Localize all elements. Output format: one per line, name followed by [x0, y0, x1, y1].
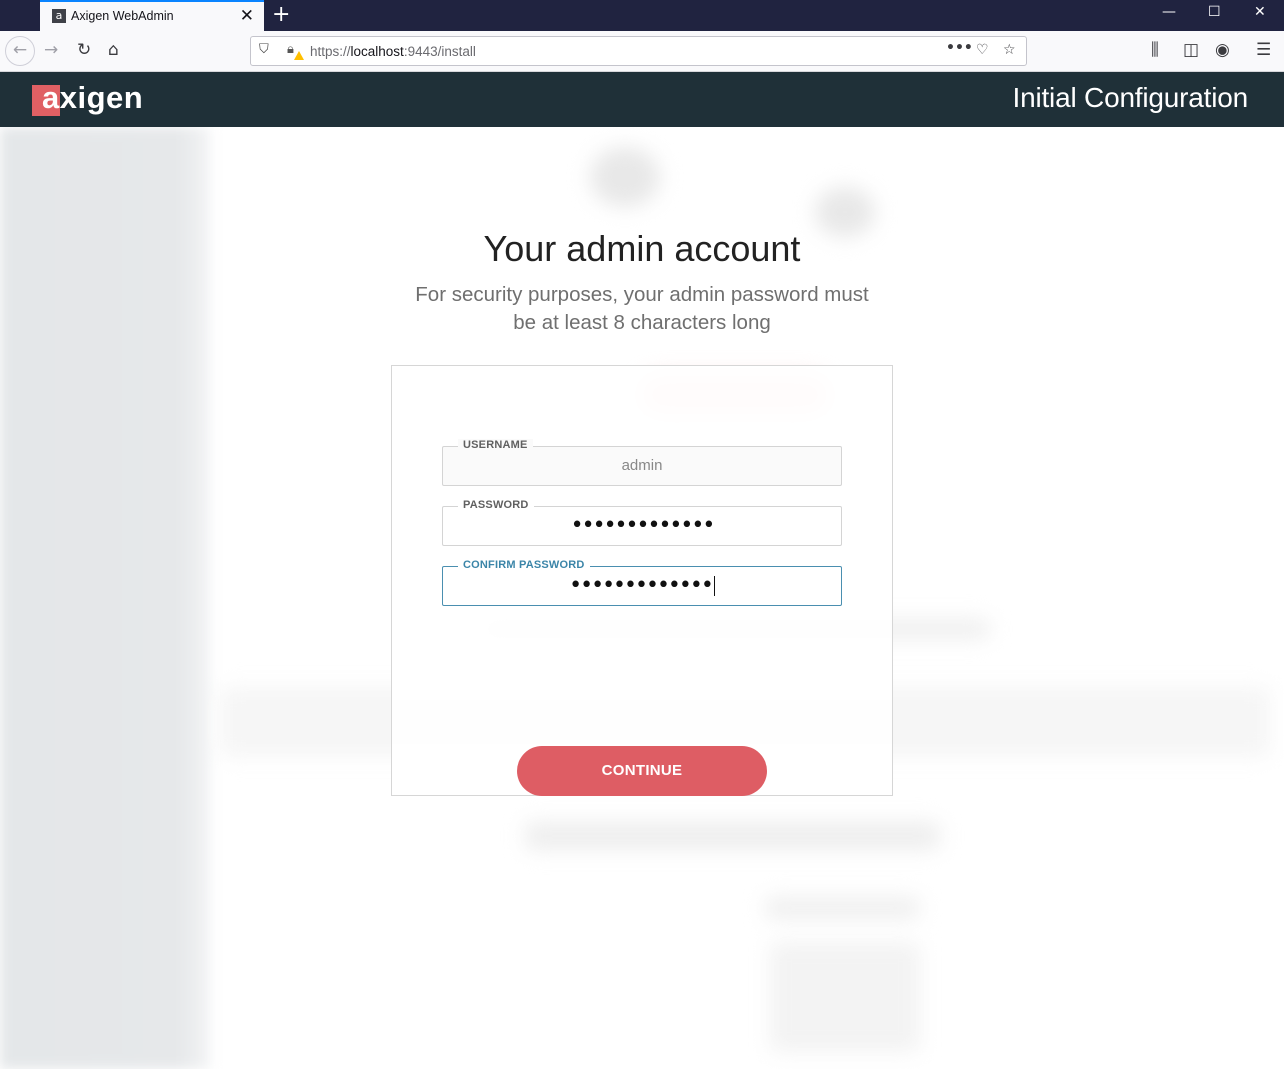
library-icon[interactable]: ⫼: [1151, 40, 1159, 60]
username-value: admin: [621, 457, 663, 474]
sidebar-icon[interactable]: ◫: [1183, 40, 1199, 60]
home-icon[interactable]: ⌂: [108, 40, 119, 60]
minimize-icon[interactable]: —: [1162, 4, 1176, 20]
security-warning-icon: [294, 51, 304, 60]
pocket-icon[interactable]: ♡: [976, 42, 989, 58]
header-title: Initial Configuration: [1012, 82, 1249, 113]
lock-icon[interactable]: 🔒︎: [287, 42, 294, 57]
tab-close-icon[interactable]: ✕: [240, 6, 254, 26]
page-actions-icon[interactable]: •••: [946, 40, 973, 56]
window-close-icon[interactable]: ✕: [1254, 4, 1266, 20]
forward-icon[interactable]: →: [44, 40, 58, 60]
username-field[interactable]: USERNAME admin: [442, 439, 842, 486]
blurred-shape: [590, 147, 660, 207]
page-heading: Your admin account: [483, 228, 801, 269]
browser-tab-strip: a Axigen WebAdmin ✕ + — ☐ ✕: [0, 0, 1284, 31]
text-caret: [713, 576, 715, 596]
account-icon[interactable]: ◉: [1215, 40, 1230, 60]
page-subtitle: For security purposes, your admin passwo…: [392, 281, 892, 337]
url-bar[interactable]: ⛉ 🔒︎ https://localhost:9443/install ••• …: [250, 36, 1027, 66]
blurred-shape: [770, 942, 920, 1052]
username-label: USERNAME: [458, 439, 533, 451]
blurred-shape: [765, 897, 920, 919]
menu-icon[interactable]: ☰: [1256, 40, 1271, 60]
continue-button[interactable]: CONTINUE: [517, 746, 767, 796]
axigen-favicon-icon: a: [52, 9, 66, 23]
back-icon[interactable]: ←: [5, 36, 35, 66]
password-field[interactable]: PASSWORD •••••••••••••: [442, 499, 842, 546]
new-tab-button[interactable]: +: [272, 2, 290, 27]
password-value: •••••••••••••: [570, 513, 716, 538]
confirm-password-value-wrap: •••••••••••••: [443, 573, 841, 598]
reload-icon[interactable]: ↻: [77, 40, 91, 60]
confirm-password-field[interactable]: CONFIRM PASSWORD •••••••••••••: [442, 559, 842, 606]
logo-text: axigen: [42, 80, 144, 115]
main-content: Your admin account For security purposes…: [0, 127, 1284, 1069]
subtitle-line-1: For security purposes, your admin passwo…: [415, 283, 869, 306]
tracking-shield-icon[interactable]: ⛉: [259, 42, 269, 57]
blurred-shape: [525, 822, 940, 850]
confirm-password-value: •••••••••••••: [569, 573, 714, 598]
url-text[interactable]: https://localhost:9443/install: [310, 44, 476, 59]
maximize-icon[interactable]: ☐: [1208, 4, 1221, 20]
bookmark-star-icon[interactable]: ☆: [1003, 42, 1016, 58]
confirm-password-label: CONFIRM PASSWORD: [458, 559, 590, 571]
app-header: axigen Initial Configuration: [0, 72, 1284, 127]
browser-tab[interactable]: a Axigen WebAdmin ✕: [40, 0, 264, 31]
browser-navbar: ← → ↻ ⌂ ⛉ 🔒︎ https://localhost:9443/inst…: [0, 31, 1284, 72]
tab-title: Axigen WebAdmin: [71, 9, 174, 23]
subtitle-line-2: be at least 8 characters long: [513, 311, 771, 334]
password-label: PASSWORD: [458, 499, 534, 511]
